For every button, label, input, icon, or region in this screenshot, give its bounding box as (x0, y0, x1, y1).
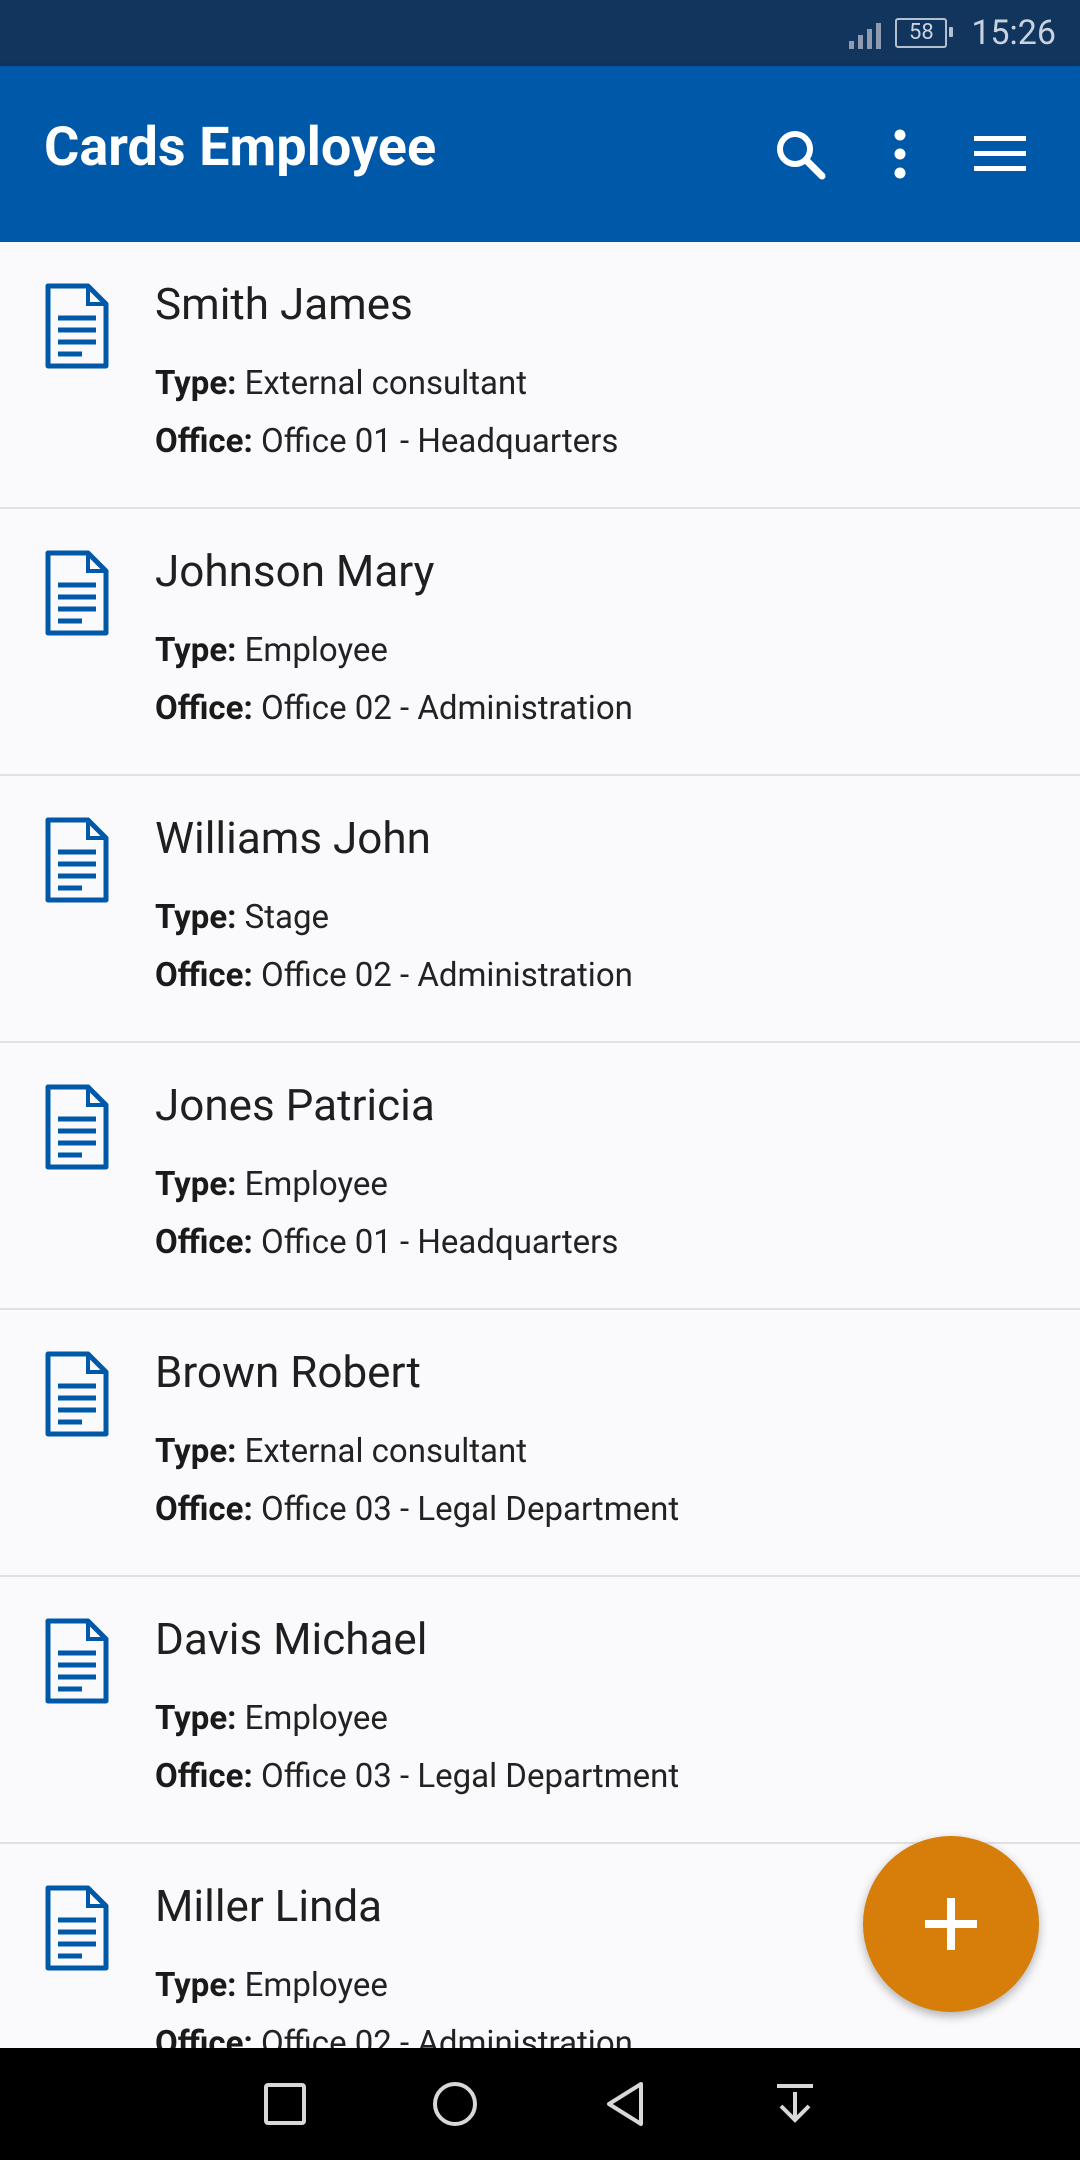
office-label: Office: (155, 956, 253, 995)
hamburger-menu-icon (974, 136, 1026, 171)
recent-apps-button[interactable] (255, 2074, 315, 2134)
back-triangle-icon (607, 2082, 643, 2126)
employee-office: Office: Office 01 - Headquarters (155, 1223, 618, 1262)
office-value: Office 02 - Administration (260, 956, 633, 995)
type-value: Employee (244, 1699, 388, 1738)
notification-pulldown-button[interactable] (765, 2074, 825, 2134)
type-value: Employee (244, 1165, 388, 1204)
battery-level: 58 (908, 20, 934, 45)
list-item[interactable]: Jones Patricia Type: Employee Office: Of… (0, 1043, 1080, 1310)
office-value: Office 03 - Legal Department (260, 1757, 680, 1796)
employee-name: Miller Linda (155, 1880, 383, 1932)
office-label: Office: (155, 1757, 253, 1796)
type-label: Type: (155, 631, 237, 670)
list-item[interactable]: Davis Michael Type: Employee Office: Off… (0, 1577, 1080, 1844)
square-icon (264, 2083, 306, 2125)
type-value: Employee (244, 631, 388, 670)
more-vert-icon (894, 129, 906, 179)
type-value: External consultant (244, 364, 527, 403)
type-label: Type: (155, 1699, 237, 1738)
document-icon (45, 1351, 109, 1437)
office-value: Office 03 - Legal Department (260, 1490, 680, 1529)
search-icon (777, 131, 826, 180)
more-options-button[interactable] (868, 122, 932, 186)
system-nav-bar (0, 2048, 1080, 2160)
employee-name: Brown Robert (155, 1346, 421, 1398)
search-button[interactable] (768, 122, 832, 186)
employee-office: Office: Office 02 - Administration (155, 689, 633, 728)
home-button[interactable] (425, 2074, 485, 2134)
office-label: Office: (155, 1490, 253, 1529)
office-value: Office 01 - Headquarters (260, 422, 619, 461)
document-icon (45, 817, 109, 903)
employee-type: Type: External consultant (155, 364, 527, 403)
document-icon (45, 550, 109, 636)
office-value: Office 01 - Headquarters (260, 1223, 619, 1262)
list-item[interactable]: Brown Robert Type: External consultant O… (0, 1310, 1080, 1577)
employee-name: Davis Michael (155, 1613, 428, 1665)
back-button[interactable] (595, 2074, 655, 2134)
employee-office: Office: Office 02 - Administration (155, 2024, 633, 2048)
type-label: Type: (155, 364, 237, 403)
employee-office: Office: Office 01 - Headquarters (155, 422, 618, 461)
employee-type: Type: Employee (155, 1165, 388, 1204)
type-label: Type: (155, 1432, 237, 1471)
circle-icon (433, 2082, 477, 2126)
employee-office: Office: Office 03 - Legal Department (155, 1490, 679, 1529)
office-value: Office 02 - Administration (260, 689, 633, 728)
employee-office: Office: Office 03 - Legal Department (155, 1757, 679, 1796)
employee-name: Jones Patricia (155, 1079, 435, 1131)
document-icon (45, 1084, 109, 1170)
document-icon (45, 283, 109, 369)
type-label: Type: (155, 1966, 237, 2005)
menu-button[interactable] (968, 122, 1032, 186)
list-item[interactable]: Williams John Type: Stage Office: Office… (0, 776, 1080, 1043)
app-bar: Cards Employee (0, 66, 1080, 242)
document-icon (45, 1618, 109, 1704)
type-value: Employee (244, 1966, 388, 2005)
employee-list: Smith James Type: External consultant Of… (0, 242, 1080, 2048)
employee-name: Williams John (155, 812, 431, 864)
add-employee-button[interactable] (863, 1836, 1039, 2012)
employee-type: Type: Employee (155, 1699, 388, 1738)
type-label: Type: (155, 1165, 237, 1204)
type-value: External consultant (244, 1432, 527, 1471)
document-icon (45, 1885, 109, 1971)
employee-type: Type: Employee (155, 631, 388, 670)
pull-down-icon (777, 2084, 813, 2123)
employee-type: Type: Stage (155, 898, 329, 937)
employee-name: Johnson Mary (155, 545, 435, 597)
list-item[interactable]: Johnson Mary Type: Employee Office: Offi… (0, 509, 1080, 776)
signal-icon (849, 17, 882, 49)
employee-office: Office: Office 02 - Administration (155, 956, 633, 995)
employee-name: Smith James (155, 278, 413, 330)
status-bar: 58 15:26 (0, 0, 1080, 66)
employee-type: Type: Employee (155, 1966, 388, 2005)
battery-icon: 58 (895, 18, 954, 48)
list-item[interactable]: Smith James Type: External consultant Of… (0, 242, 1080, 509)
type-label: Type: (155, 898, 237, 937)
office-label: Office: (155, 422, 253, 461)
type-value: Stage (244, 898, 330, 937)
office-value: Office 02 - Administration (260, 2024, 633, 2048)
status-time: 15:26 (971, 13, 1056, 53)
office-label: Office: (155, 1223, 253, 1262)
office-label: Office: (155, 2024, 253, 2048)
page-title: Cards Employee (44, 116, 437, 179)
office-label: Office: (155, 689, 253, 728)
employee-type: Type: External consultant (155, 1432, 527, 1471)
add-icon (925, 1898, 977, 1950)
